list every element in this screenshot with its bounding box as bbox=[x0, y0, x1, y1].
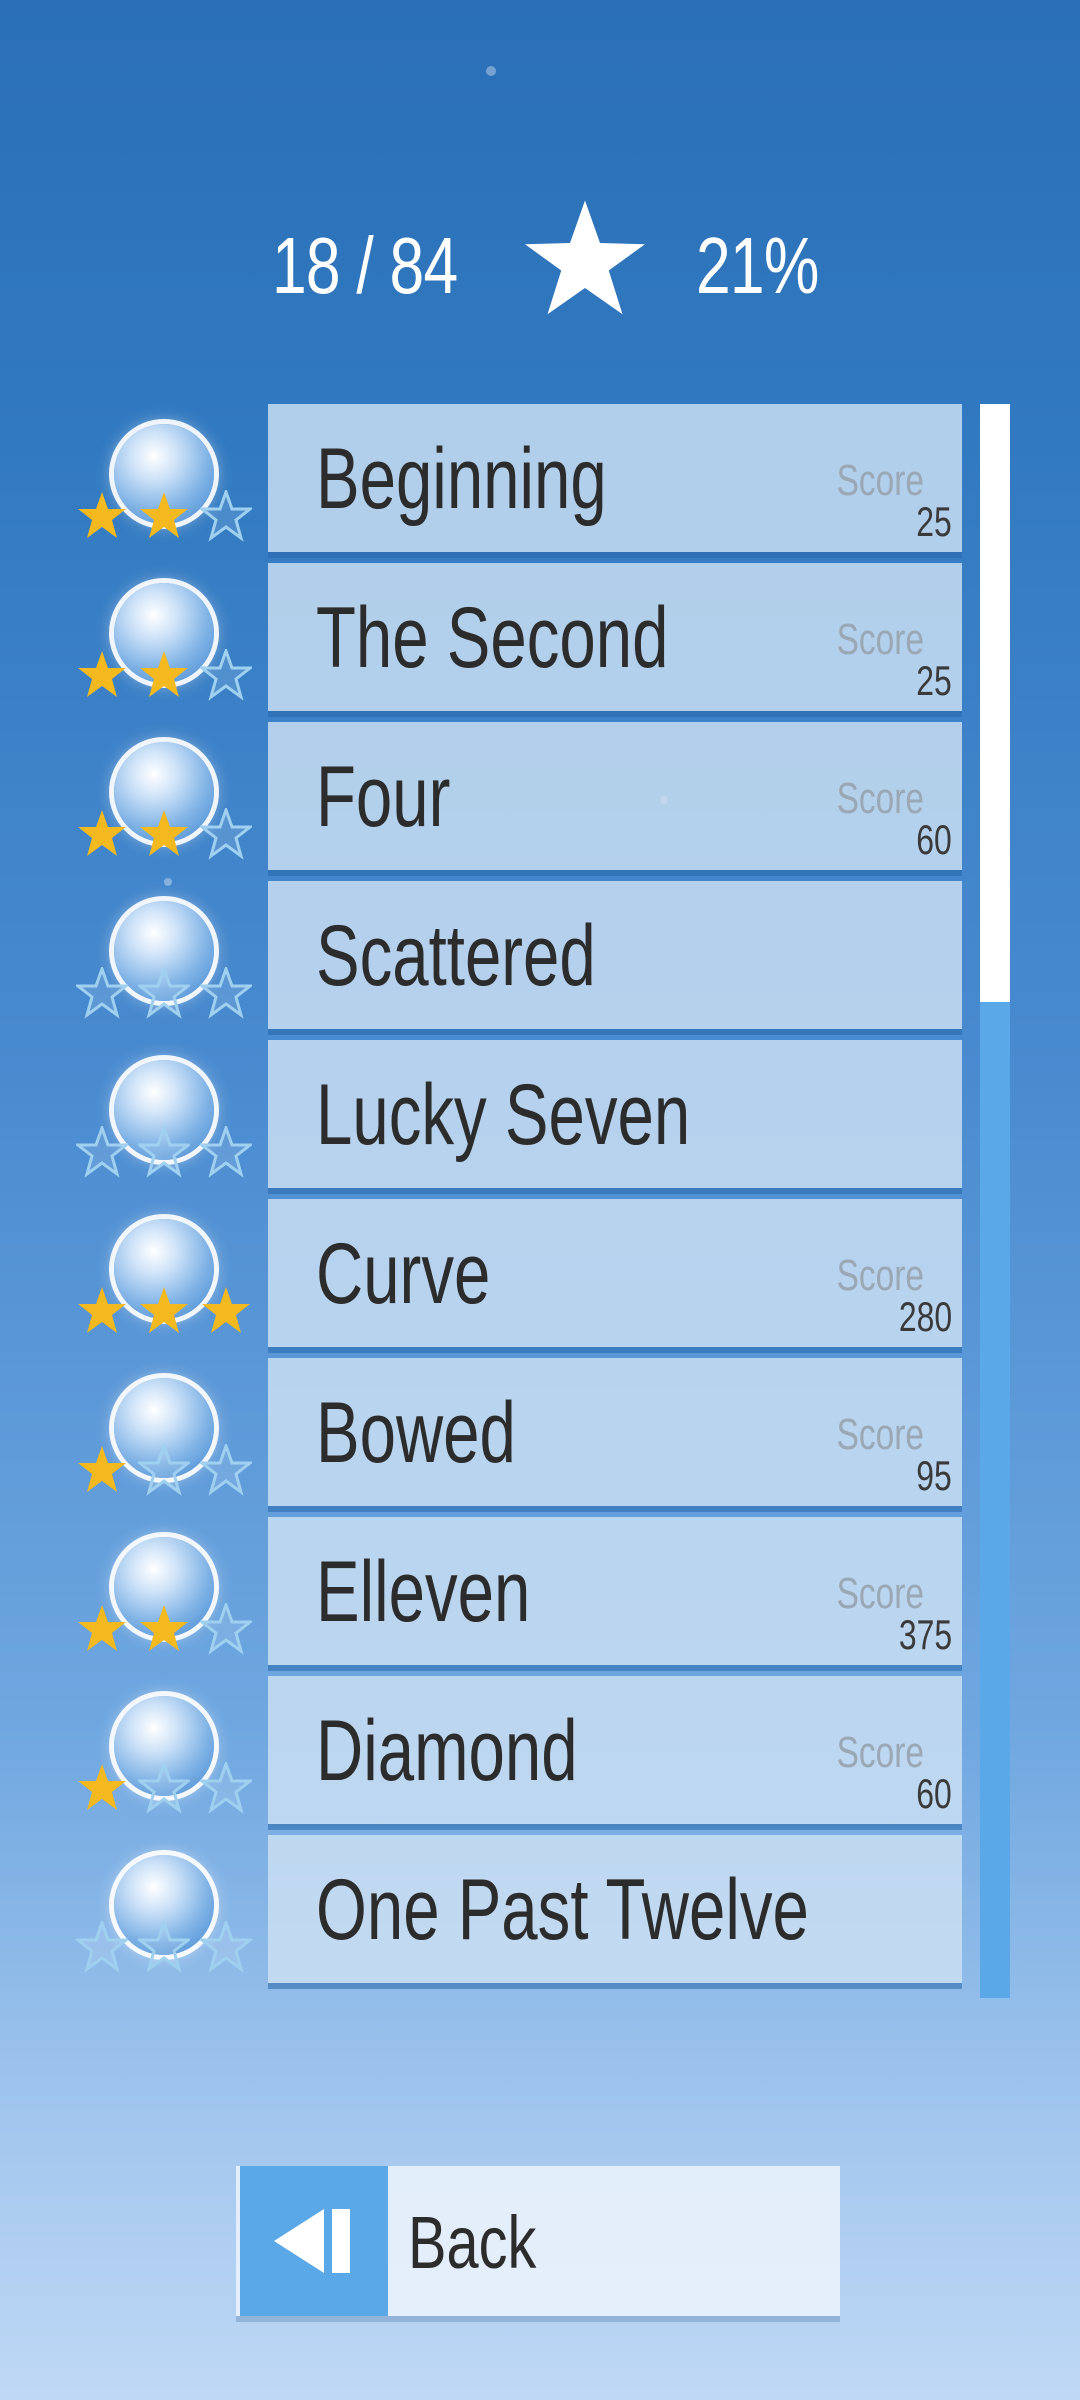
completion-percent: 21% bbox=[696, 221, 819, 310]
star-filled-icon bbox=[78, 492, 126, 538]
back-button[interactable]: Back bbox=[236, 2166, 840, 2316]
level-card[interactable]: The Second Score 25 bbox=[268, 563, 962, 711]
star-icon bbox=[525, 200, 645, 315]
score-value: 280 bbox=[898, 1293, 952, 1340]
star-filled-icon bbox=[140, 1605, 188, 1651]
score-value: 60 bbox=[916, 816, 952, 863]
level-list: Beginning Score 25 The Second Score 25 Four Sco… bbox=[0, 404, 1080, 1998]
level-row[interactable]: Four Score 60 bbox=[0, 722, 1000, 874]
star-empty-icon bbox=[138, 1126, 190, 1178]
level-stars bbox=[76, 490, 256, 546]
star-filled-icon bbox=[78, 1605, 126, 1651]
level-row[interactable]: One Past Twelve bbox=[0, 1835, 1000, 1987]
level-card[interactable]: Curve Score 280 bbox=[268, 1199, 962, 1347]
star-empty-icon bbox=[200, 1603, 252, 1655]
star-empty-icon bbox=[200, 649, 252, 701]
star-empty-icon bbox=[200, 967, 252, 1019]
level-card[interactable]: Four Score 60 bbox=[268, 722, 962, 870]
level-card[interactable]: Bowed Score 95 bbox=[268, 1358, 962, 1506]
level-row[interactable]: The Second Score 25 bbox=[0, 563, 1000, 715]
level-row[interactable]: Beginning Score 25 bbox=[0, 404, 1000, 556]
level-stars bbox=[76, 1126, 256, 1182]
level-stars bbox=[76, 649, 256, 705]
level-stars bbox=[76, 1603, 256, 1659]
level-stars bbox=[76, 1762, 256, 1818]
star-empty-icon bbox=[200, 1444, 252, 1496]
level-row[interactable]: Elleven Score 375 bbox=[0, 1517, 1000, 1669]
level-card[interactable]: Scattered bbox=[268, 881, 962, 1029]
back-icon[interactable] bbox=[240, 2166, 388, 2316]
level-title: Lucky Seven bbox=[316, 1067, 691, 1163]
back-arrow-icon bbox=[274, 2209, 350, 2273]
level-title: The Second bbox=[316, 590, 669, 686]
star-filled-icon bbox=[140, 810, 188, 856]
star-empty-icon bbox=[200, 808, 252, 860]
progress-header: 18 / 84 21% bbox=[0, 190, 1080, 340]
level-title: Diamond bbox=[316, 1703, 578, 1799]
star-filled-icon bbox=[78, 1446, 126, 1492]
star-filled-icon bbox=[140, 1287, 188, 1333]
star-filled-icon bbox=[78, 1287, 126, 1333]
star-empty-icon bbox=[200, 1762, 252, 1814]
star-filled-icon bbox=[78, 1764, 126, 1810]
star-empty-icon bbox=[76, 1921, 128, 1973]
scrollbar[interactable] bbox=[980, 404, 1010, 1998]
level-title: Scattered bbox=[316, 908, 596, 1004]
level-card[interactable]: One Past Twelve bbox=[268, 1835, 962, 1983]
back-label: Back bbox=[408, 2201, 537, 2284]
level-row[interactable]: Lucky Seven bbox=[0, 1040, 1000, 1192]
score-label: Score bbox=[836, 774, 924, 823]
star-empty-icon bbox=[138, 1921, 190, 1973]
star-empty-icon bbox=[200, 1921, 252, 1973]
star-empty-icon bbox=[76, 1126, 128, 1178]
level-row[interactable]: Scattered bbox=[0, 881, 1000, 1033]
score-value: 95 bbox=[916, 1452, 952, 1499]
score-value: 25 bbox=[916, 498, 952, 545]
star-filled-icon bbox=[140, 492, 188, 538]
star-empty-icon bbox=[138, 1762, 190, 1814]
scrollbar-thumb[interactable] bbox=[980, 404, 1010, 1002]
level-row[interactable]: Diamond Score 60 bbox=[0, 1676, 1000, 1828]
level-row[interactable]: Bowed Score 95 bbox=[0, 1358, 1000, 1510]
level-stars bbox=[76, 808, 256, 864]
score-label: Score bbox=[836, 1728, 924, 1777]
star-empty-icon bbox=[200, 490, 252, 542]
level-card[interactable]: Lucky Seven bbox=[268, 1040, 962, 1188]
star-filled-icon bbox=[78, 651, 126, 697]
star-empty-icon bbox=[138, 967, 190, 1019]
level-title: Four bbox=[316, 749, 451, 845]
level-title: One Past Twelve bbox=[316, 1862, 809, 1958]
level-title: Bowed bbox=[316, 1385, 516, 1481]
score-value: 25 bbox=[916, 657, 952, 704]
level-title: Curve bbox=[316, 1226, 491, 1322]
level-stars bbox=[76, 1921, 256, 1977]
score-label: Score bbox=[836, 1410, 924, 1459]
level-title: Beginning bbox=[316, 431, 607, 527]
star-filled-icon bbox=[202, 1287, 250, 1333]
star-filled-icon bbox=[140, 651, 188, 697]
star-empty-icon bbox=[76, 967, 128, 1019]
score-label: Score bbox=[836, 615, 924, 664]
score-value: 60 bbox=[916, 1770, 952, 1817]
stars-progress-count: 18 / 84 bbox=[272, 221, 458, 310]
level-stars bbox=[76, 1285, 256, 1341]
level-card[interactable]: Diamond Score 60 bbox=[268, 1676, 962, 1824]
level-title: Elleven bbox=[316, 1544, 531, 1640]
sky-dot bbox=[486, 66, 496, 76]
level-stars bbox=[76, 967, 256, 1023]
level-card[interactable]: Elleven Score 375 bbox=[268, 1517, 962, 1665]
score-label: Score bbox=[836, 456, 924, 505]
star-empty-icon bbox=[200, 1126, 252, 1178]
level-stars bbox=[76, 1444, 256, 1500]
level-row[interactable]: Curve Score 280 bbox=[0, 1199, 1000, 1351]
star-empty-icon bbox=[138, 1444, 190, 1496]
score-value: 375 bbox=[898, 1611, 952, 1658]
star-filled-icon bbox=[78, 810, 126, 856]
level-card[interactable]: Beginning Score 25 bbox=[268, 404, 962, 552]
